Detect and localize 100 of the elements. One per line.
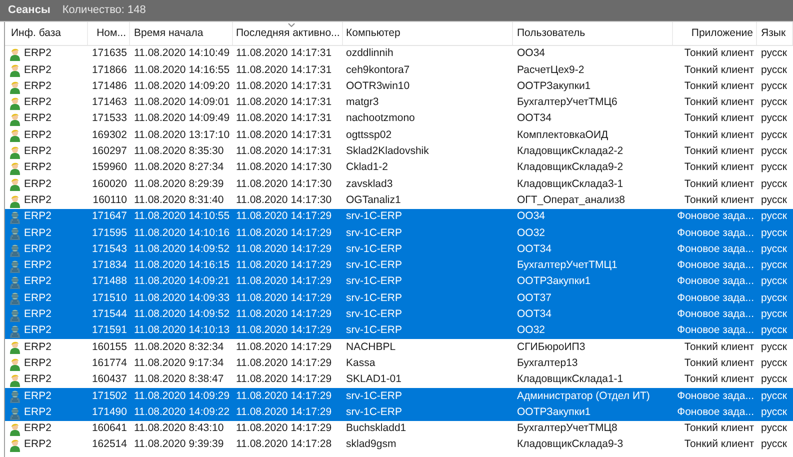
table-cell-text: OOTR3win10	[346, 78, 410, 94]
table-cell-text: 11.08.2020 14:17:29	[236, 242, 332, 257]
table-cell-text: КладовщикСклада9-2	[517, 160, 624, 176]
table-cell-text: 11.08.2020 14:09:52	[134, 242, 230, 257]
table-cell-text: русск	[761, 160, 787, 176]
table-cell-text: 11.08.2020 14:16:55	[134, 62, 230, 78]
column-header[interactable]: Инф. база	[5, 22, 88, 45]
table-cell-text: Тонкий клиент	[684, 46, 754, 62]
background-task-icon	[9, 242, 21, 257]
table-cell-text: 11.08.2020 14:17:31	[236, 111, 332, 126]
table-cell-text: SKLAD1-01	[346, 372, 402, 388]
table-cell-text: 11.08.2020 14:10:49	[134, 46, 230, 62]
table-cell-text: 11.08.2020 14:17:29	[236, 209, 332, 224]
table-row[interactable]: ERP2 171544 11.08.2020 14:09:52 11.08.2020 14:17:29 srv-1C-ERP ООТ34 Фоновое зада... русск	[5, 306, 793, 324]
column-header[interactable]: Язык	[757, 22, 793, 45]
table-cell-text: 171533	[92, 111, 127, 126]
table-cell-text: 11.08.2020 9:17:34	[134, 356, 224, 371]
table-row[interactable]: ERP2 171543 11.08.2020 14:09:52 11.08.2020 14:17:29 srv-1C-ERP ООТ34 Фоновое зада... русск	[5, 242, 793, 258]
column-header[interactable]: Приложение	[673, 22, 757, 45]
table-cell-text: 11.08.2020 14:17:31	[236, 46, 332, 62]
table-cell-text: ERP2	[24, 176, 52, 192]
table-row[interactable]: ERP2 171488 11.08.2020 14:09:21 11.08.2020 14:17:29 srv-1C-ERP ООТРЗакупки1 Фоновое зада... русск	[5, 274, 793, 290]
table-cell-text: русск	[761, 128, 787, 143]
table-cell-text: 11.08.2020 14:17:31	[236, 78, 332, 94]
table-cell-text: русск	[761, 242, 787, 257]
table-cell-text: ООТРЗакупки1	[517, 78, 591, 94]
table-cell-text: srv-1C-ERP	[346, 290, 402, 306]
table-cell-text: 11.08.2020 14:17:30	[236, 176, 332, 192]
table-cell-text: Тонкий клиент	[684, 176, 754, 192]
table-cell-text: 171502	[92, 388, 127, 404]
table-cell-text: Buchskladd1	[346, 421, 406, 436]
table-row[interactable]: ERP2 171595 11.08.2020 14:10:16 11.08.2020 14:17:29 srv-1C-ERP ОО32 Фоновое зада... русск	[5, 225, 793, 242]
table-cell-text: 11.08.2020 14:09:22	[134, 404, 230, 420]
table-cell-text: Тонкий клиент	[684, 437, 754, 452]
table-cell-text: КладовщикСклада2-2	[517, 144, 624, 160]
table-cell-text: srv-1C-ERP	[346, 242, 402, 257]
table-cell-text: Фоновое зада...	[677, 258, 754, 274]
table-cell-text: ERP2	[24, 144, 52, 160]
table-cell-text: 11.08.2020 8:29:39	[134, 176, 224, 192]
table-cell-text: Фоновое зада...	[677, 274, 754, 290]
table-cell-text: ERP2	[24, 62, 52, 78]
table-cell-text: 11.08.2020 14:09:01	[134, 95, 230, 110]
session-count: Количество: 148	[62, 3, 146, 18]
table-cell-text: 11.08.2020 14:10:16	[134, 226, 230, 241]
table-cell-text: 11.08.2020 14:17:29	[236, 388, 332, 404]
user-icon	[9, 194, 21, 208]
table-cell-text: русск	[761, 340, 787, 355]
table-cell-text: zavsklad3	[346, 176, 393, 192]
table-cell-text: srv-1C-ERP	[346, 388, 402, 404]
column-header[interactable]: Ном...	[88, 22, 130, 45]
table-cell-text: 171486	[92, 78, 127, 94]
table-cell-text: 11.08.2020 8:43:10	[134, 421, 224, 436]
table-row[interactable]: ERP2 171834 11.08.2020 14:16:15 11.08.2020 14:17:29 srv-1C-ERP БухгалтерУчетТМЦ1 Фоновое зада... русск	[5, 258, 793, 274]
table-cell-text: ERP2	[24, 78, 52, 94]
table-cell-text: Тонкий клиент	[684, 356, 754, 371]
table-row[interactable]: ERP2 171490 11.08.2020 14:09:22 11.08.2020 14:17:29 srv-1C-ERP ООТРЗакупки1 Фоновое зада... русск	[5, 404, 793, 421]
table-cell-text: 160155	[92, 340, 127, 355]
table-cell-text: matgr3	[346, 95, 379, 110]
table-cell-text: 11.08.2020 8:35:30	[134, 144, 224, 160]
table-cell-text: 171834	[92, 258, 127, 274]
table-cell-text: 171591	[92, 323, 127, 338]
column-header[interactable]: Компьютер	[343, 22, 513, 45]
column-header[interactable]: Время начала	[130, 22, 233, 45]
table-cell-text: srv-1C-ERP	[346, 323, 402, 338]
table-cell-text: 160641	[92, 421, 127, 436]
table-cell-text: 160110	[92, 192, 127, 208]
table-cell-text: Фоновое зада...	[677, 242, 754, 257]
table-cell-text: русск	[761, 323, 787, 338]
table-cell-text: 171463	[92, 95, 127, 110]
table-cell-text: БухгалтерУчетТМЦ1	[517, 258, 618, 274]
table-cell-text: русск	[761, 372, 787, 388]
table-cell-text: 160020	[92, 176, 127, 192]
table-cell-text: 171635	[92, 46, 127, 62]
background-task-icon	[9, 226, 21, 240]
table-cell-text: ERP2	[24, 421, 52, 436]
table-cell-text: ERP2	[24, 372, 52, 388]
table-cell-text: Фоновое зада...	[677, 290, 754, 306]
table-cell-text: ООТ37	[517, 290, 552, 306]
table-row[interactable]: ERP2 171647 11.08.2020 14:10:55 11.08.2020 14:17:29 srv-1C-ERP ОО34 Фоновое зада... русск	[5, 208, 793, 226]
table-row[interactable]: ERP2 171510 11.08.2020 14:09:33 11.08.2020 14:17:29 srv-1C-ERP ООТ37 Фоновое зада... русск	[5, 290, 793, 307]
table-cell-text: ERP2	[24, 46, 52, 62]
table-cell-text: Фоновое зада...	[677, 388, 754, 404]
table-cell-text: ОО32	[517, 323, 546, 338]
table-cell-text: 11.08.2020 14:17:29	[236, 421, 332, 436]
table-row[interactable]: ERP2 171502 11.08.2020 14:09:29 11.08.2020 14:17:29 srv-1C-ERP Администратор (Отдел ИТ) Фоновое зада... русск	[5, 388, 793, 405]
table-cell-text: 171543	[92, 242, 127, 257]
table-cell-text: ОО32	[517, 226, 546, 241]
table-cell-text: русск	[761, 176, 787, 192]
table-cell-text: русск	[761, 274, 787, 290]
table-row[interactable]: ERP2 171591 11.08.2020 14:10:13 11.08.2020 14:17:29 srv-1C-ERP ОО32 Фоновое зада... русск	[5, 323, 793, 340]
column-header[interactable]: Пользователь	[513, 22, 673, 45]
table-cell-text: КладовщикСклада3-1	[517, 176, 624, 192]
table-cell-text: РасчетЦех9-2	[517, 62, 584, 78]
table-cell-text: ozddlinnih	[346, 46, 394, 62]
table-cell-text: nachootzmono	[346, 111, 415, 126]
table-cell-text: 11.08.2020 14:17:30	[236, 192, 332, 208]
column-header[interactable]: Последняя активно...	[233, 22, 343, 45]
table-cell-text: ERP2	[24, 274, 52, 290]
table-cell-text: русск	[761, 258, 787, 274]
table-cell-text: 11.08.2020 8:27:34	[134, 160, 224, 176]
